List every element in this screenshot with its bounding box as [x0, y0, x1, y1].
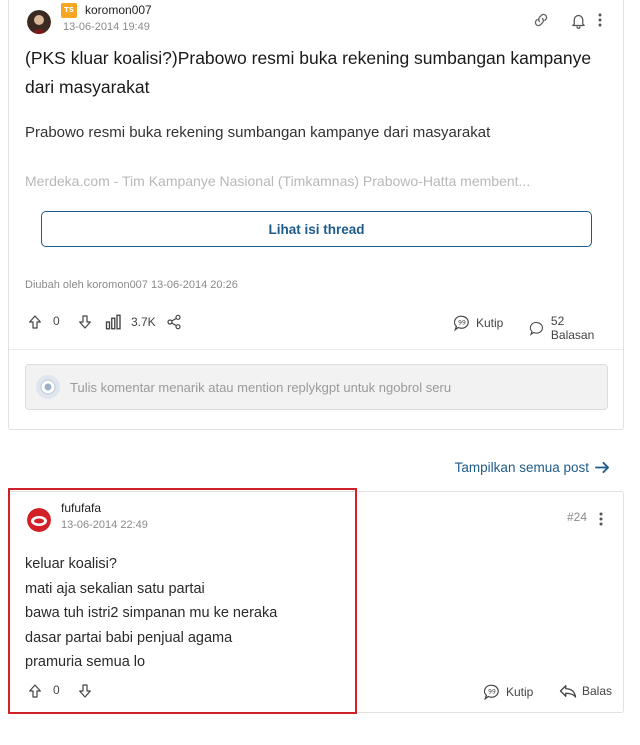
downvote-icon [79, 684, 91, 698]
reply-body: keluar koalisi? mati aja sekalian satu p… [25, 552, 277, 675]
reply-arrow-icon [559, 685, 577, 698]
divider [9, 349, 623, 350]
upvote-icon [29, 315, 41, 329]
thread-description: Prabowo resmi buka rekening sumbangan ka… [25, 124, 491, 141]
comment-icon [529, 321, 543, 336]
comment-box[interactable] [25, 364, 608, 410]
views-count: 3.7K [131, 315, 156, 329]
arrow-right-icon [595, 461, 609, 474]
user-avatar [36, 375, 60, 399]
view-thread-button[interactable]: Lihat isi thread [41, 211, 592, 247]
reply-line: keluar koalisi? [25, 556, 117, 572]
comment-input[interactable] [70, 379, 590, 395]
thread-excerpt: Merdeka.com - Tim Kampanye Nasional (Tim… [25, 173, 531, 189]
quote-button[interactable]: 99 Kutip [453, 314, 503, 332]
reply-card: fufufafa 13-06-2014 22:49 #24 keluar koa… [8, 491, 624, 713]
thread-card: TS koromon007 13-06-2014 19:49 (PKS klua… [8, 0, 624, 430]
bell-icon[interactable] [568, 10, 588, 30]
edited-note: Diubah oleh koromon007 13-06-2014 20:26 [25, 279, 238, 291]
reply-more-options-icon[interactable] [594, 509, 608, 529]
reply-vote-count: 0 [53, 683, 60, 697]
reply-button[interactable]: Balas [559, 683, 612, 699]
reply-quote-label: Kutip [506, 685, 534, 699]
reply-downvote-button[interactable] [77, 683, 93, 699]
upvote-button[interactable] [27, 314, 43, 330]
upvote-icon [29, 684, 41, 698]
views-chart-icon [105, 314, 121, 330]
replies-button[interactable]: 52 Balasan [529, 314, 607, 342]
reply-timestamp: 13-06-2014 22:49 [61, 519, 148, 531]
reply-actions: 0 99 Kutip Balas [25, 683, 612, 703]
show-all-posts-label: Tampilkan semua post [454, 460, 589, 475]
svg-text:99: 99 [458, 320, 466, 327]
reply-quote-button[interactable]: 99 Kutip [483, 683, 533, 701]
thread-actions: 0 3.7K 99 Kutip 52 Balasan [25, 314, 607, 342]
vote-count: 0 [53, 314, 60, 328]
author-username[interactable]: koromon007 [85, 3, 152, 17]
show-all-posts-link[interactable]: Tampilkan semua post [455, 460, 610, 475]
reply-line: mati aja sekalian satu partai [25, 580, 205, 597]
reply-line: pramuria semua lo [25, 654, 146, 670]
reply-upvote-button[interactable] [27, 683, 43, 699]
more-options-icon[interactable] [593, 10, 607, 30]
reply-author-username[interactable]: fufufafa [61, 501, 101, 515]
thread-timestamp: 13-06-2014 19:49 [63, 21, 150, 33]
quote-label: Kutip [476, 316, 504, 330]
downvote-button[interactable] [77, 314, 93, 330]
reply-line: bawa tuh istri2 simpanan mu ke neraka [25, 605, 278, 621]
share-button[interactable] [166, 314, 182, 330]
author-avatar[interactable] [27, 10, 51, 34]
reply-line: dasar partai babi penjual agama [25, 629, 233, 646]
svg-text:99: 99 [488, 689, 496, 696]
quote-icon: 99 [483, 684, 499, 701]
share-link-icon[interactable] [531, 10, 551, 30]
reply-author-avatar[interactable] [27, 508, 51, 532]
quote-icon: 99 [453, 315, 469, 332]
post-number[interactable]: #24 [567, 510, 587, 524]
reply-label: Balas [582, 684, 613, 698]
thread-title[interactable]: (PKS kluar koalisi?)Prabowo resmi buka r… [25, 44, 615, 102]
thread-starter-badge: TS [61, 3, 77, 18]
downvote-icon [79, 315, 91, 329]
replies-label: 52 Balasan [550, 314, 595, 342]
views-stat: 3.7K [105, 314, 156, 330]
share-icon [167, 314, 181, 330]
